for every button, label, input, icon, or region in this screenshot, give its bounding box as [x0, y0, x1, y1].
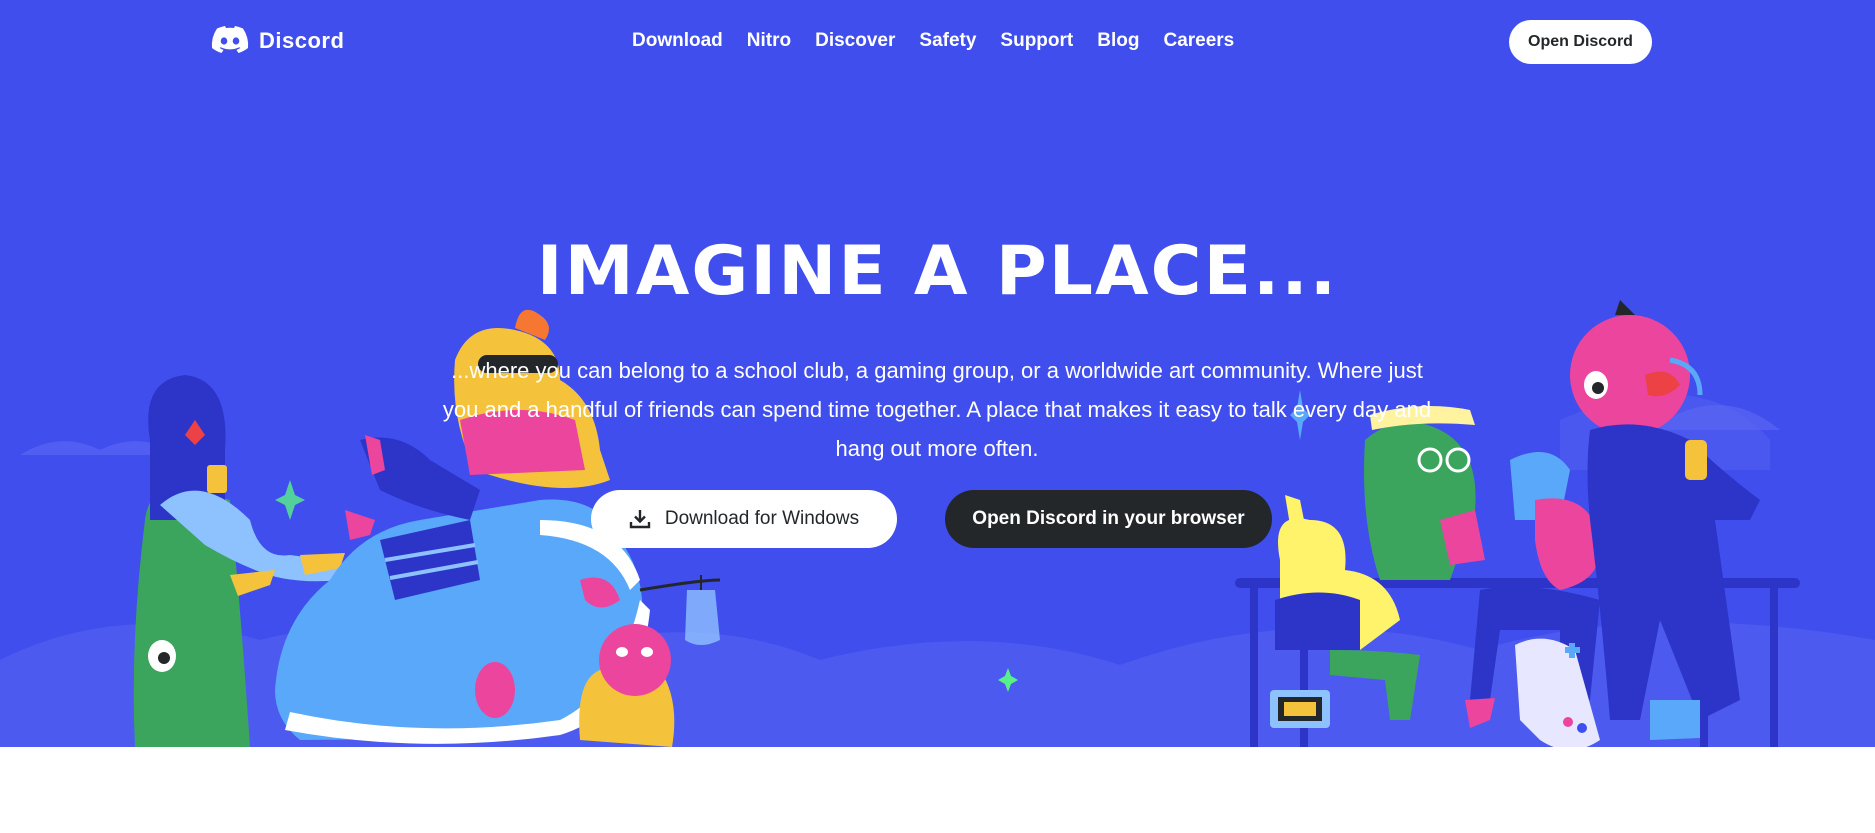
download-windows-label: Download for Windows — [664, 508, 860, 529]
hero-title: IMAGINE A PLACE... — [536, 232, 1339, 311]
download-windows-button[interactable]: Download for Windows — [591, 490, 897, 548]
logo-wordmark: Discord — [259, 27, 345, 53]
nav-link-nitro[interactable]: Nitro — [747, 30, 791, 52]
open-discord-button[interactable]: Open Discord — [1509, 20, 1652, 64]
nav-link-careers[interactable]: Careers — [1163, 30, 1234, 52]
nav-link-support[interactable]: Support — [1000, 30, 1073, 52]
hero-section: Discord Download Nitro Discover Safety S… — [0, 0, 1875, 747]
nav-link-discover[interactable]: Discover — [815, 30, 895, 52]
nav-link-download[interactable]: Download — [632, 30, 723, 52]
content-below-hero — [0, 747, 1875, 833]
main-nav: Download Nitro Discover Safety Support B… — [632, 30, 1258, 52]
nav-link-blog[interactable]: Blog — [1097, 30, 1139, 52]
nav-link-safety[interactable]: Safety — [919, 30, 976, 52]
hero-subtitle: ...where you can belong to a school club… — [442, 358, 1432, 461]
discord-icon — [211, 26, 249, 53]
open-in-browser-button[interactable]: Open Discord in your browser — [945, 490, 1272, 548]
discord-logo[interactable]: Discord — [211, 26, 344, 55]
download-icon — [629, 510, 651, 529]
